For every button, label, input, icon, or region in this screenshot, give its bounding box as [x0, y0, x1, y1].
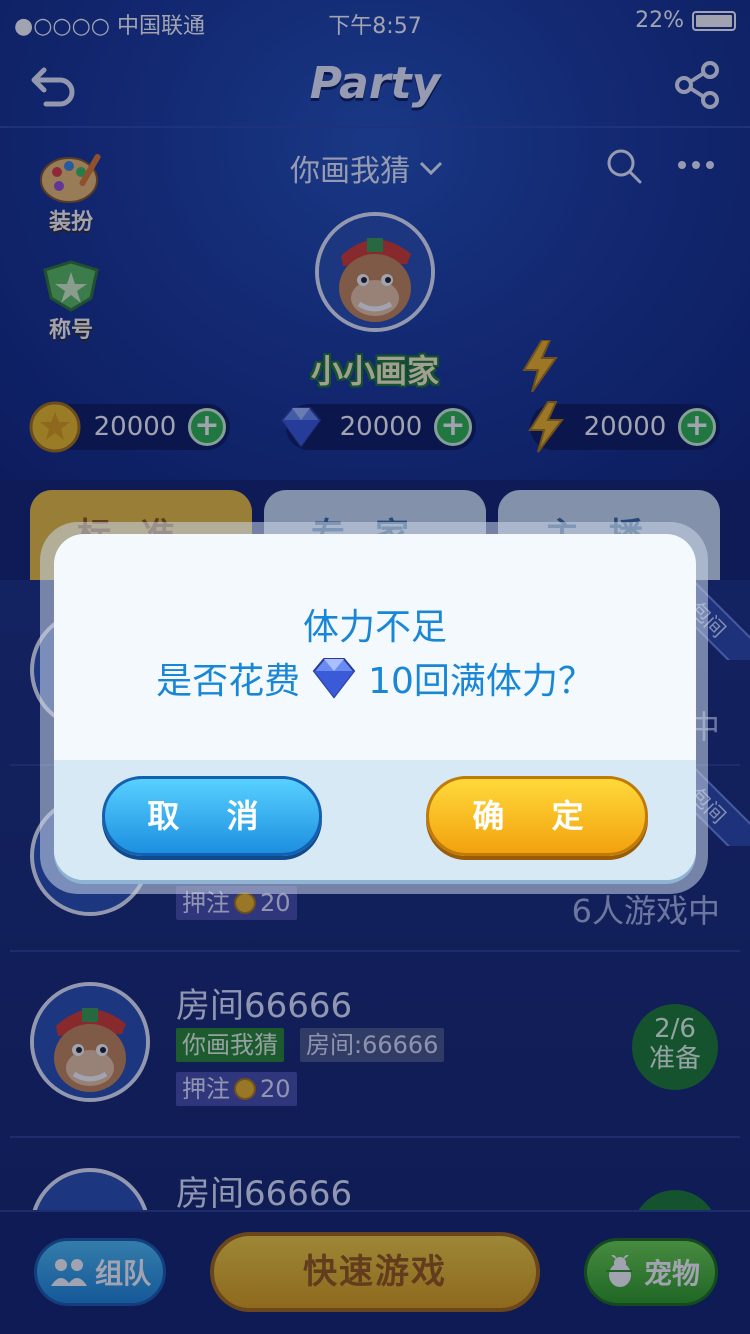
dialog-message-suffix: 10回满体力？ [368, 661, 594, 702]
dialog-message: 是否花费 10回满体力？ [54, 652, 696, 704]
diamond-icon [312, 658, 356, 699]
cancel-button[interactable]: 取 消 [102, 776, 322, 856]
confirm-button[interactable]: 确 定 [426, 776, 648, 856]
dialog-message-prefix: 是否花费 [156, 661, 301, 702]
insufficient-energy-dialog: 体力不足 是否花费 10回满体力？ 取 消 确 定 [54, 534, 696, 880]
dialog-title: 体力不足 [302, 607, 447, 648]
